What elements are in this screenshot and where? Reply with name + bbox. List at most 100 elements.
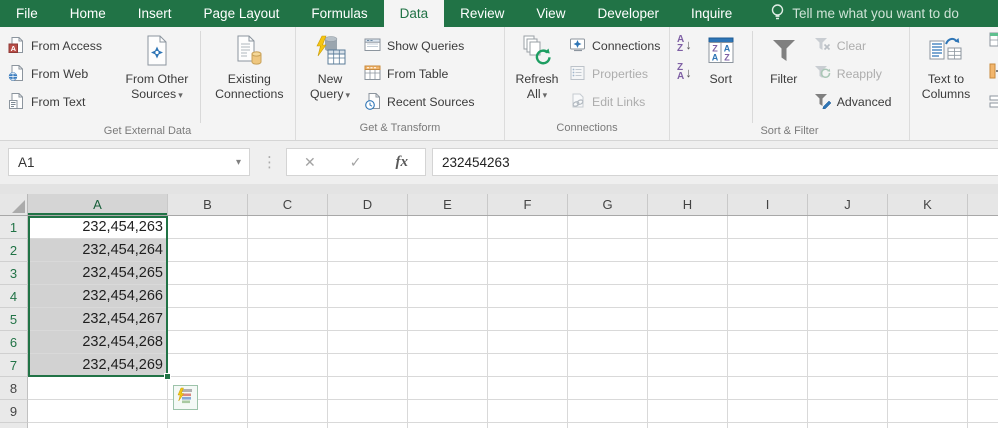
- cell[interactable]: [808, 423, 888, 428]
- cell[interactable]: [808, 331, 888, 354]
- cell[interactable]: [168, 216, 248, 239]
- cell[interactable]: [968, 285, 998, 308]
- cell[interactable]: [968, 400, 998, 423]
- cell[interactable]: [728, 423, 808, 428]
- tell-me-box[interactable]: Tell me what you want to do: [770, 0, 959, 27]
- cell[interactable]: [568, 262, 648, 285]
- cell[interactable]: [488, 400, 568, 423]
- cell[interactable]: [888, 239, 968, 262]
- cell[interactable]: [168, 331, 248, 354]
- cell[interactable]: [808, 354, 888, 377]
- row-header-6[interactable]: 6: [0, 331, 28, 354]
- fill-handle[interactable]: [164, 373, 171, 380]
- from-other-sources-button[interactable]: From Other Sources▾: [119, 29, 194, 103]
- row-header-1[interactable]: 1: [0, 216, 28, 239]
- cell-a2[interactable]: 232,454,264: [28, 239, 168, 262]
- column-header-c[interactable]: C: [248, 194, 328, 215]
- cell[interactable]: [248, 331, 328, 354]
- cell[interactable]: [808, 377, 888, 400]
- cell[interactable]: [968, 423, 998, 428]
- cell[interactable]: [968, 331, 998, 354]
- from-table-button[interactable]: From Table: [360, 60, 479, 88]
- tab-data[interactable]: Data: [384, 0, 445, 27]
- cell[interactable]: [408, 331, 488, 354]
- sort-ascending-button[interactable]: AZ↓: [677, 35, 692, 53]
- cell[interactable]: [488, 216, 568, 239]
- cell[interactable]: [808, 262, 888, 285]
- show-queries-button[interactable]: Show Queries: [360, 32, 479, 60]
- cell-a7[interactable]: 232,454,269: [28, 354, 168, 377]
- cell[interactable]: [648, 216, 728, 239]
- cell-a3[interactable]: 232,454,265: [28, 262, 168, 285]
- cell[interactable]: [888, 262, 968, 285]
- cell[interactable]: [888, 354, 968, 377]
- cell[interactable]: [408, 354, 488, 377]
- formula-input[interactable]: 232454263: [432, 148, 998, 176]
- cell[interactable]: [328, 239, 408, 262]
- cell[interactable]: [408, 423, 488, 428]
- cell[interactable]: [808, 400, 888, 423]
- cell[interactable]: [968, 239, 998, 262]
- sort-descending-button[interactable]: ZA↓: [677, 63, 692, 81]
- cell[interactable]: [328, 308, 408, 331]
- cell[interactable]: [168, 239, 248, 262]
- tab-formulas[interactable]: Formulas: [295, 0, 383, 27]
- tab-home[interactable]: Home: [54, 0, 122, 27]
- cell[interactable]: [168, 423, 248, 428]
- cell-a6[interactable]: 232,454,268: [28, 331, 168, 354]
- cell[interactable]: [248, 285, 328, 308]
- cell[interactable]: [728, 262, 808, 285]
- cell[interactable]: [968, 308, 998, 331]
- data-validation-icon[interactable]: [989, 94, 998, 115]
- from-web-button[interactable]: From Web: [4, 60, 119, 88]
- cell[interactable]: [968, 216, 998, 239]
- cell[interactable]: [488, 354, 568, 377]
- cell[interactable]: [488, 331, 568, 354]
- flash-fill-icon[interactable]: [989, 32, 998, 53]
- from-access-button[interactable]: A From Access: [4, 32, 119, 60]
- refresh-all-button[interactable]: Refresh All▾: [509, 29, 565, 103]
- cell[interactable]: [248, 262, 328, 285]
- tab-view[interactable]: View: [520, 0, 581, 27]
- row-header-5[interactable]: 5: [0, 308, 28, 331]
- cell-a4[interactable]: 232,454,266: [28, 285, 168, 308]
- cell[interactable]: [888, 308, 968, 331]
- select-all-button[interactable]: [0, 194, 28, 215]
- cell[interactable]: [488, 262, 568, 285]
- cell[interactable]: [568, 423, 648, 428]
- sort-button[interactable]: ZAAZ Sort: [695, 29, 747, 87]
- cell[interactable]: [888, 216, 968, 239]
- connections-button[interactable]: Connections: [565, 32, 664, 60]
- cell[interactable]: [248, 239, 328, 262]
- cell[interactable]: [568, 354, 648, 377]
- column-header-g[interactable]: G: [568, 194, 648, 215]
- auto-fill-options-button[interactable]: [173, 385, 198, 410]
- cell[interactable]: [328, 285, 408, 308]
- cell[interactable]: [248, 423, 328, 428]
- cell[interactable]: [728, 377, 808, 400]
- cell[interactable]: [728, 285, 808, 308]
- cell[interactable]: [568, 239, 648, 262]
- column-header-f[interactable]: F: [488, 194, 568, 215]
- cell[interactable]: [408, 216, 488, 239]
- cell[interactable]: [248, 354, 328, 377]
- row-header-7[interactable]: 7: [0, 354, 28, 377]
- cell[interactable]: [168, 285, 248, 308]
- column-header-k[interactable]: K: [888, 194, 968, 215]
- cell[interactable]: [888, 423, 968, 428]
- row-header-8[interactable]: 8: [0, 377, 28, 400]
- cell[interactable]: [728, 400, 808, 423]
- cell[interactable]: [168, 308, 248, 331]
- cell[interactable]: [728, 216, 808, 239]
- tab-inquire[interactable]: Inquire: [675, 0, 748, 27]
- cell[interactable]: [168, 262, 248, 285]
- cell[interactable]: [728, 331, 808, 354]
- cell[interactable]: [968, 262, 998, 285]
- properties-button[interactable]: Properties: [565, 60, 664, 88]
- cell-a8[interactable]: [28, 377, 168, 400]
- cell[interactable]: [408, 285, 488, 308]
- cell[interactable]: [568, 216, 648, 239]
- cell[interactable]: [408, 377, 488, 400]
- cell-a1[interactable]: 232,454,263: [28, 216, 168, 239]
- clear-filter-button[interactable]: Clear: [810, 32, 896, 60]
